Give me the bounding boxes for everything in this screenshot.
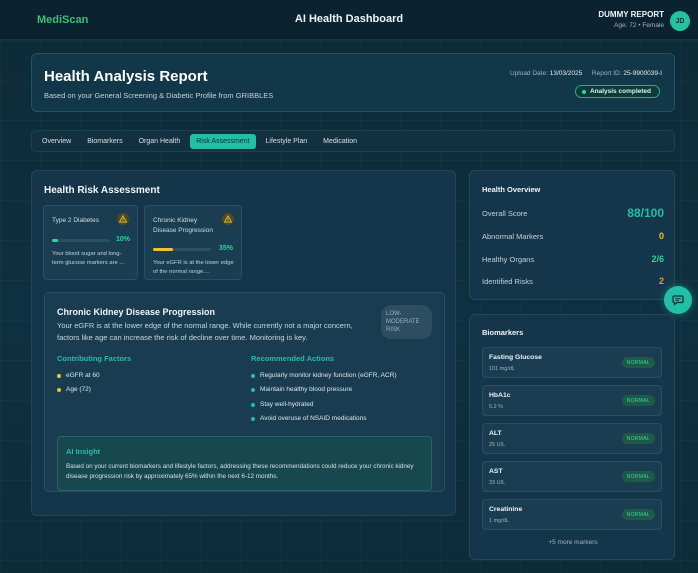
user-meta: Age: 72 • Female: [614, 22, 664, 29]
bullet-icon: [251, 387, 255, 392]
biomarker-name: Creatinine: [489, 506, 523, 513]
status-badge: Analysis completed: [574, 85, 660, 98]
tab-medication[interactable]: Medication: [317, 134, 363, 149]
biomarker-name: ALT: [489, 430, 502, 437]
biomarker-name: Fasting Glucose: [489, 354, 542, 361]
report-subtitle: Based on your General Screening & Diabet…: [44, 91, 274, 100]
risk-detail-card: Chronic Kidney Disease Progression Your …: [44, 292, 445, 492]
report-id-label: Report ID:: [591, 70, 622, 77]
top-bar: MediScan AI Health Dashboard DUMMY REPOR…: [0, 0, 698, 40]
action-item: Maintain healthy blood pressure: [251, 386, 352, 393]
bullet-icon: [57, 373, 61, 378]
biomarker-item[interactable]: Fasting Glucose 101 mg/dL NORMAL: [482, 347, 662, 378]
chat-bubble-icon: [672, 295, 684, 306]
action-item: Avoid overuse of NSAID medications: [251, 415, 366, 422]
user-name: DUMMY REPORT: [598, 10, 664, 19]
overview-value: 0: [658, 231, 664, 241]
overview-row-abnormal: Abnormal Markers 0: [482, 231, 664, 241]
risk-card-ckd[interactable]: Chronic Kidney Disease Progression 35% Y…: [144, 205, 242, 280]
tab-bar: Overview Biomarkers Organ Health Risk As…: [31, 130, 675, 152]
biomarker-status-badge: NORMAL: [621, 395, 655, 406]
risk-detail-title: Chronic Kidney Disease Progression: [57, 307, 216, 317]
overview-value: 88/100: [627, 206, 664, 220]
biomarker-item[interactable]: AST 33 U/L NORMAL: [482, 461, 662, 492]
recommended-actions-heading: Recommended Actions: [251, 354, 335, 363]
risk-detail-description: Your eGFR is at the lower edge of the no…: [57, 321, 353, 342]
overview-row-organs: Healthy Organs 2/6: [482, 254, 664, 264]
risk-card-description: Your eGFR is at the lower edge of the no…: [153, 260, 234, 275]
factor-item: Age (72): [57, 386, 91, 393]
overview-value: 2: [658, 276, 664, 286]
user-avatar[interactable]: JD: [670, 11, 690, 31]
chat-button[interactable]: [664, 286, 692, 314]
report-title: Health Analysis Report: [44, 68, 208, 85]
factor-item: eGFR at 60: [57, 372, 100, 379]
contributing-factors-heading: Contributing Factors: [57, 354, 132, 363]
upload-date-label: Upload Date:: [509, 70, 548, 77]
risk-level-badge: LOW-MODERATE RISK: [381, 305, 432, 339]
report-id-value: 25-9900039-I: [623, 70, 662, 77]
risk-card-name: Chronic Kidney Disease Progression: [153, 217, 213, 234]
risk-bar-fill: [52, 239, 58, 242]
biomarker-status-badge: NORMAL: [621, 433, 655, 444]
risk-panel-title: Health Risk Assessment: [44, 185, 160, 196]
risk-bar-fill: [153, 248, 174, 251]
status-text: Analysis completed: [589, 88, 651, 95]
biomarker-status-badge: NORMAL: [621, 509, 655, 520]
ai-insight-title: AI Insight: [66, 447, 101, 456]
biomarker-value: 25 U/L: [489, 442, 506, 448]
report-meta: Upload Date: 13/03/2025 Report ID: 25-99…: [510, 70, 662, 77]
biomarker-name: AST: [489, 468, 503, 475]
risk-card-description: Your blood sugar and long-term glucose m…: [52, 251, 125, 266]
risk-bar-track: [153, 248, 211, 251]
status-dot-icon: [581, 89, 586, 94]
risk-percent: 10%: [116, 236, 131, 243]
action-item: Regularly monitor kidney function (eGFR,…: [251, 372, 397, 379]
tab-biomarkers[interactable]: Biomarkers: [81, 134, 128, 149]
biomarker-value: 1 mg/dL: [489, 518, 509, 524]
biomarker-status-badge: NORMAL: [621, 357, 655, 368]
biomarkers-title: Biomarkers: [482, 328, 524, 337]
biomarkers-panel: Biomarkers Fasting Glucose 101 mg/dL NOR…: [469, 314, 675, 560]
health-overview-panel: Health Overview Overall Score 88/100 Abn…: [469, 170, 675, 300]
tab-overview[interactable]: Overview: [36, 134, 77, 149]
more-markers-link[interactable]: +5 more markers: [470, 539, 676, 546]
biomarker-item[interactable]: ALT 25 U/L NORMAL: [482, 423, 662, 454]
risk-assessment-panel: Health Risk Assessment Type 2 Diabetes 1…: [31, 170, 456, 516]
overview-row-score: Overall Score 88/100: [482, 206, 664, 220]
biomarker-value: 5.2 %: [489, 404, 504, 410]
report-header-card: Health Analysis Report Based on your Gen…: [31, 53, 675, 112]
warning-triangle-icon: [222, 213, 234, 225]
biomarker-value: 33 U/L: [489, 480, 506, 486]
risk-card-name: Type 2 Diabetes: [52, 217, 99, 224]
ai-insight-text: Based on your current biomarkers and lif…: [66, 463, 414, 480]
biomarker-item[interactable]: HbA1c 5.2 % NORMAL: [482, 385, 662, 416]
bullet-icon: [251, 402, 255, 407]
risk-bar-track: [52, 239, 110, 242]
biomarker-status-badge: NORMAL: [621, 471, 655, 482]
bullet-icon: [57, 387, 61, 392]
risk-percent: 35%: [219, 245, 234, 252]
warning-triangle-icon: [117, 213, 129, 225]
health-overview-title: Health Overview: [482, 185, 541, 194]
app-title: AI Health Dashboard: [294, 13, 404, 25]
overview-row-risks: Identified Risks 2: [482, 276, 664, 286]
action-item: Stay well-hydrated: [251, 401, 313, 408]
tab-risk-assessment[interactable]: Risk Assessment: [190, 133, 256, 149]
ai-insight-box: AI Insight Based on your current biomark…: [57, 436, 432, 491]
biomarker-name: HbA1c: [489, 392, 511, 399]
overview-value: 2/6: [651, 254, 664, 264]
biomarker-value: 101 mg/dL: [489, 366, 515, 372]
upload-date-value: 13/03/2025: [549, 70, 583, 77]
biomarker-item[interactable]: Creatinine 1 mg/dL NORMAL: [482, 499, 662, 530]
tab-lifestyle-plan[interactable]: Lifestyle Plan: [260, 134, 314, 149]
bullet-icon: [251, 416, 255, 421]
tab-organ-health[interactable]: Organ Health: [133, 134, 187, 149]
bullet-icon: [251, 373, 255, 378]
risk-card-diabetes[interactable]: Type 2 Diabetes 10% Your blood sugar and…: [43, 205, 138, 280]
